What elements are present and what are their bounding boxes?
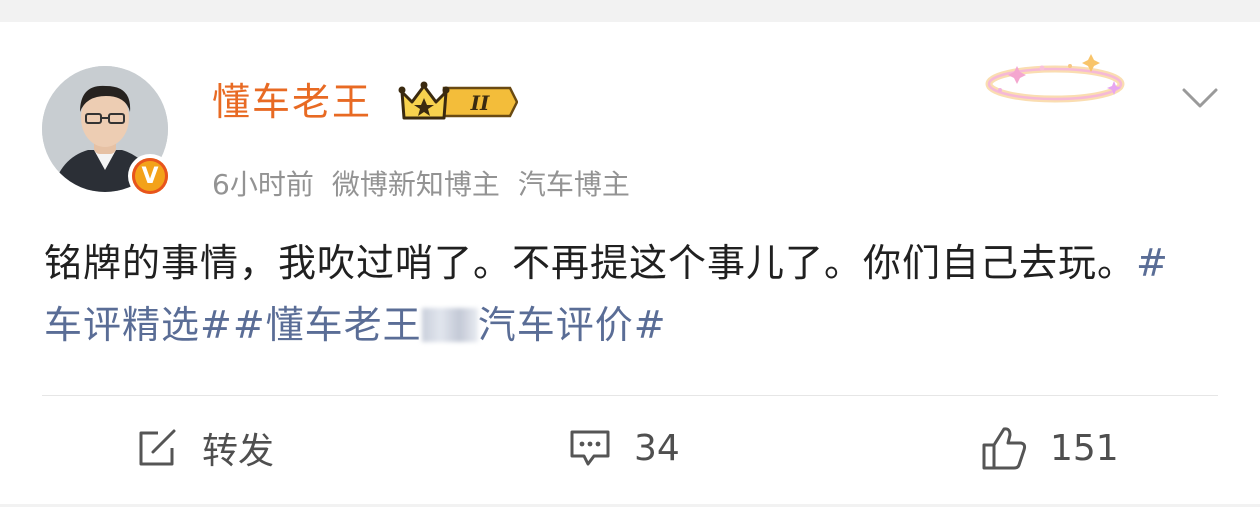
comment-bubble-icon	[570, 430, 610, 466]
level-badge-label: II	[470, 91, 490, 115]
comment-count: 34	[634, 427, 680, 469]
verified-badge: V	[128, 154, 172, 198]
sparkle-ring-decoration-icon	[985, 54, 1125, 103]
post-meta: 6小时前 微博新知博主 汽车博主	[212, 165, 630, 205]
like-count: 151	[1050, 427, 1119, 469]
username[interactable]: 懂车老王	[212, 78, 372, 126]
hashtag-car-evaluation[interactable]: 汽车评价#	[478, 303, 667, 347]
like-button[interactable]: 151	[980, 420, 1119, 476]
thumbs-up-icon	[982, 427, 1027, 470]
redacted-blur	[421, 308, 478, 342]
verified-v-icon: V	[132, 158, 168, 194]
repost-button[interactable]: 转发	[136, 420, 274, 476]
chevron-down-icon[interactable]	[1180, 82, 1220, 112]
meta-tag-new-knowledge: 微博新知博主	[331, 168, 500, 201]
repost-label: 转发	[202, 431, 275, 472]
crown-badge-icon[interactable]: II	[398, 80, 518, 124]
post-time[interactable]: 6小时前	[212, 168, 314, 201]
weibo-post-card: V 懂车老王 II 6小时前 微博新知博主 汽车博主 铭牌的事情，我吹过哨了。不再提…	[0, 22, 1260, 504]
hashtag-dongche-laowang[interactable]: #懂车老王	[233, 303, 422, 347]
meta-tag-auto-blogger: 汽车博主	[517, 168, 630, 201]
post-text: 铭牌的事情，我吹过哨了。不再提这个事儿了。你们自己去玩。	[44, 241, 1137, 285]
comment-button[interactable]: 34	[568, 420, 680, 476]
divider	[42, 395, 1218, 396]
post-content: 铭牌的事情，我吹过哨了。不再提这个事儿了。你们自己去玩。#车评精选##懂车老王汽…	[44, 232, 1204, 356]
edit-square-icon	[139, 429, 176, 466]
